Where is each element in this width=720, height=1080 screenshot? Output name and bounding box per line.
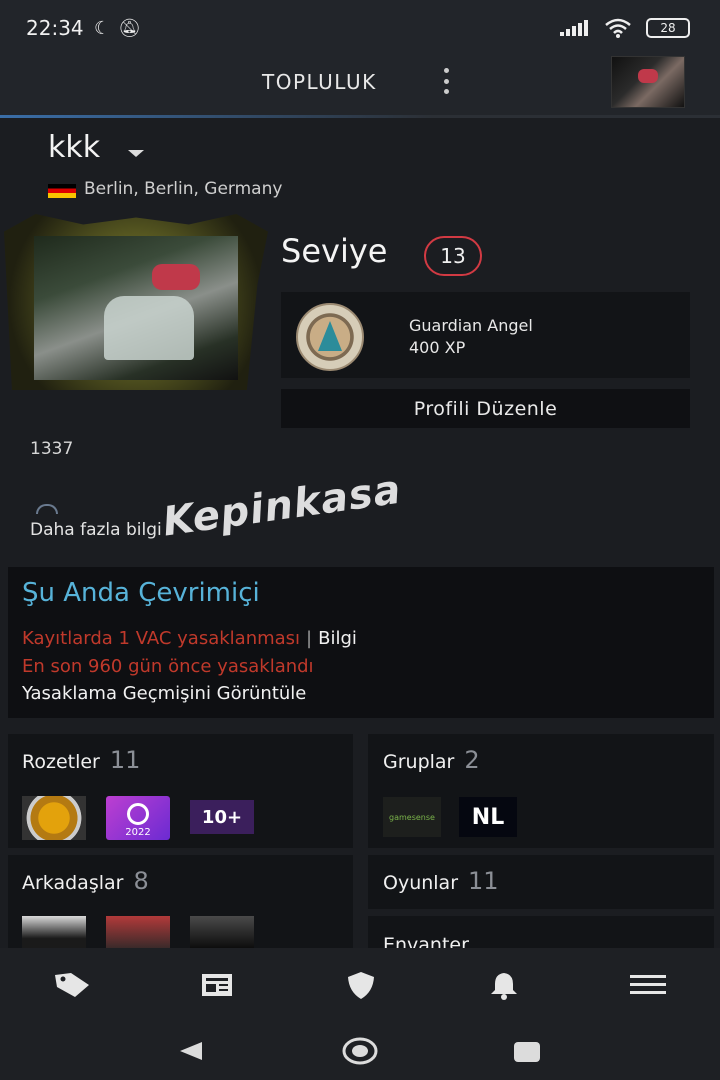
nl-group-text: NL (471, 804, 505, 830)
more-info-link[interactable]: Daha fazla bilgi (30, 520, 162, 540)
level-10-plus-text: 10+ (201, 806, 243, 828)
friend-avatar[interactable] (22, 916, 86, 948)
steam-2022-badge-icon[interactable]: 2022 (106, 796, 170, 840)
profile-avatar (34, 236, 238, 380)
steam-badge-year: 2022 (125, 827, 151, 838)
friend-avatar[interactable] (106, 916, 170, 948)
groups-header: Gruplar 2 (383, 746, 480, 774)
header-divider (0, 115, 720, 118)
header-title: TOPLULUK (262, 70, 377, 94)
tag-icon[interactable] (47, 960, 97, 1010)
recents-icon[interactable] (513, 1041, 541, 1067)
vac-ban-text: Kayıtlarda 1 VAC yasaklanması (22, 628, 301, 649)
germany-flag-icon (48, 184, 76, 198)
news-icon[interactable] (192, 960, 242, 1010)
friends-count: 8 (133, 867, 149, 895)
profile-location: Berlin, Berlin, Germany (84, 179, 283, 199)
friends-header: Arkadaşlar 8 (22, 867, 149, 895)
badges-title: Rozetler (22, 751, 100, 773)
ban-history-link[interactable]: Yasaklama Geçmişini Görüntüle (22, 683, 306, 704)
status-icons-left: ☾ 🔕︎ (94, 18, 141, 39)
status-time: 22:34 (26, 16, 84, 40)
shield-icon[interactable] (336, 960, 386, 1010)
friends-title: Arkadaşlar (22, 872, 124, 894)
profile-username[interactable]: kkk (48, 130, 100, 165)
battery-indicator: 28 (646, 18, 690, 38)
watermark: Kepinkasa (160, 466, 405, 546)
signal-icon (560, 20, 588, 36)
wifi-icon (605, 18, 631, 38)
vac-ban-line: Kayıtlarda 1 VAC yasaklanması | Bilgi (22, 628, 357, 649)
more-options-icon[interactable] (440, 68, 452, 94)
level-badge[interactable]: 13 (424, 236, 482, 276)
xp-badge-name: Guardian Angel (409, 316, 533, 335)
back-icon[interactable] (178, 1040, 204, 1066)
groups-title: Gruplar (383, 751, 455, 773)
bell-icon[interactable] (479, 960, 529, 1010)
home-icon[interactable] (341, 1036, 379, 1070)
profile-summary: 1337 (30, 439, 74, 459)
groups-count: 2 (464, 746, 480, 774)
games-title: Oyunlar (383, 872, 459, 894)
header-avatar[interactable] (611, 56, 685, 108)
games-header: Oyunlar 11 (383, 867, 499, 895)
level-label: Seviye (281, 232, 388, 270)
gamesense-group-text: gamesense (389, 812, 435, 822)
last-ban-text: En son 960 gün önce yasaklandı (22, 656, 314, 677)
edit-profile-button[interactable]: Profili Düzenle (281, 389, 690, 428)
guardian-angel-emblem-icon (296, 303, 364, 371)
games-count: 11 (468, 867, 499, 895)
inventory-title: Envanter (383, 934, 469, 948)
gamesense-group-icon[interactable]: gamesense (383, 797, 441, 837)
gold-coin-badge-icon[interactable] (22, 796, 86, 840)
menu-icon[interactable] (623, 960, 673, 1010)
friend-avatar[interactable] (190, 916, 254, 948)
info-arc-icon (36, 504, 58, 514)
level-10-plus-badge-icon[interactable]: 10+ (190, 800, 254, 834)
badges-count: 11 (109, 746, 141, 774)
battery-level: 28 (660, 21, 676, 35)
xp-points: 400 XP (409, 338, 466, 357)
moon-icon: ☾ (94, 18, 111, 39)
caret-down-icon[interactable] (128, 150, 144, 157)
vac-separator: | (306, 628, 313, 649)
vac-info-link[interactable]: Bilgi (318, 628, 357, 649)
nl-group-icon[interactable]: NL (459, 797, 517, 837)
online-status: Şu Anda Çevrimiçi (22, 578, 260, 608)
status-icons-right: 28 (560, 18, 690, 38)
badges-header: Rozetler 11 (22, 746, 140, 774)
mute-bell-icon: 🔕︎ (118, 18, 141, 39)
inventory-card[interactable]: Envanter (368, 916, 714, 948)
